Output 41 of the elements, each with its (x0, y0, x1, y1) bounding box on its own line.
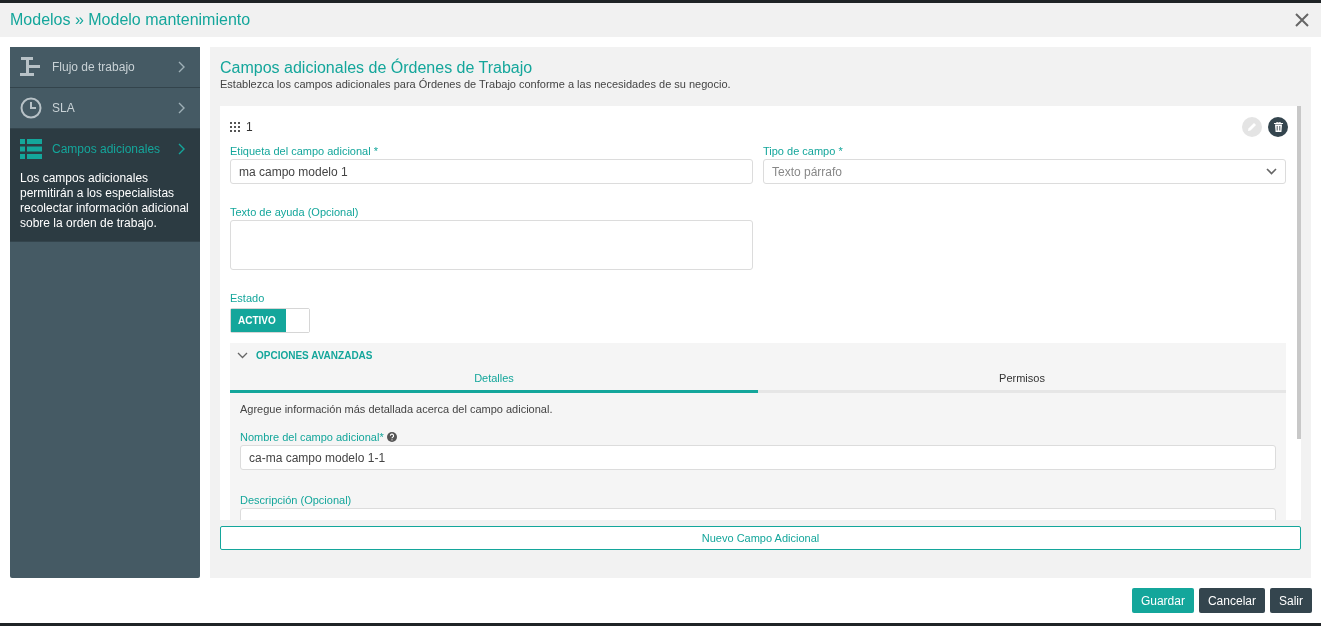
pencil-icon (1247, 122, 1257, 132)
footer-button[interactable]: Salir (1270, 588, 1312, 613)
list-icon (20, 139, 42, 159)
footer-button[interactable]: Guardar (1131, 588, 1194, 613)
section-title: Campos adicionales de Órdenes de Trabajo (220, 59, 534, 77)
sidebar-item[interactable]: SLA (10, 88, 200, 128)
advanced-options-toggle[interactable]: OPCIONES AVANZADAS (230, 343, 1286, 367)
sidebar-description: Los campos adicionales permitirán a los especialistas recolectar información adicional sobre la orden de trabajo. (19, 170, 190, 232)
workflow-icon (20, 57, 42, 77)
sidebar-item[interactable]: Flujo de trabajo (10, 47, 200, 87)
close-icon[interactable] (1295, 13, 1309, 27)
caret-down-icon (1266, 168, 1277, 175)
status-toggle[interactable]: ACTIVO (230, 308, 310, 333)
tab[interactable]: Detalles (230, 367, 758, 393)
section-subtitle: Establezca los campos adicionales para Órdenes de Trabajo conforme a las necesidades de su negocio. (220, 78, 732, 90)
select-field[interactable]: Texto párrafo (763, 159, 1286, 184)
field-label: Tipo de campo * (763, 145, 843, 157)
tab[interactable]: Permisos (758, 367, 1286, 393)
field-number: 1 (246, 120, 253, 134)
chevron-right-icon (178, 61, 186, 73)
sidebar-item[interactable]: Campos adicionales (10, 129, 200, 169)
help-icon[interactable] (386, 432, 397, 442)
window-title: Modelos » Modelo mantenimiento (10, 11, 251, 29)
field-label: Etiqueta del campo adicional * (230, 145, 378, 157)
new-field-button[interactable]: Nuevo Campo Adicional (220, 526, 1301, 550)
trash-icon (1273, 122, 1283, 132)
advanced-intro: Agregue información más detallada acerca del campo adicional. (240, 403, 554, 415)
chevron-down-icon (237, 351, 248, 359)
drag-handle-icon[interactable] (230, 122, 240, 132)
input-field[interactable]: ca-ma campo modelo 1-1 (240, 445, 1276, 470)
clock-icon (20, 97, 42, 119)
chevron-right-icon (178, 143, 186, 155)
input-field[interactable]: ma campo modelo 1 (230, 159, 753, 184)
footer-button[interactable]: Cancelar (1198, 588, 1265, 613)
chevron-right-icon (178, 102, 186, 114)
status-label: Estado (230, 292, 266, 306)
scrollbar[interactable] (1297, 106, 1301, 439)
field-label: Texto de ayuda (Opcional) (230, 206, 359, 218)
field-label: Nombre del campo adicional* (240, 431, 384, 443)
field-label: Descripción (Opcional) (240, 494, 352, 506)
delete-button[interactable] (1268, 117, 1288, 137)
